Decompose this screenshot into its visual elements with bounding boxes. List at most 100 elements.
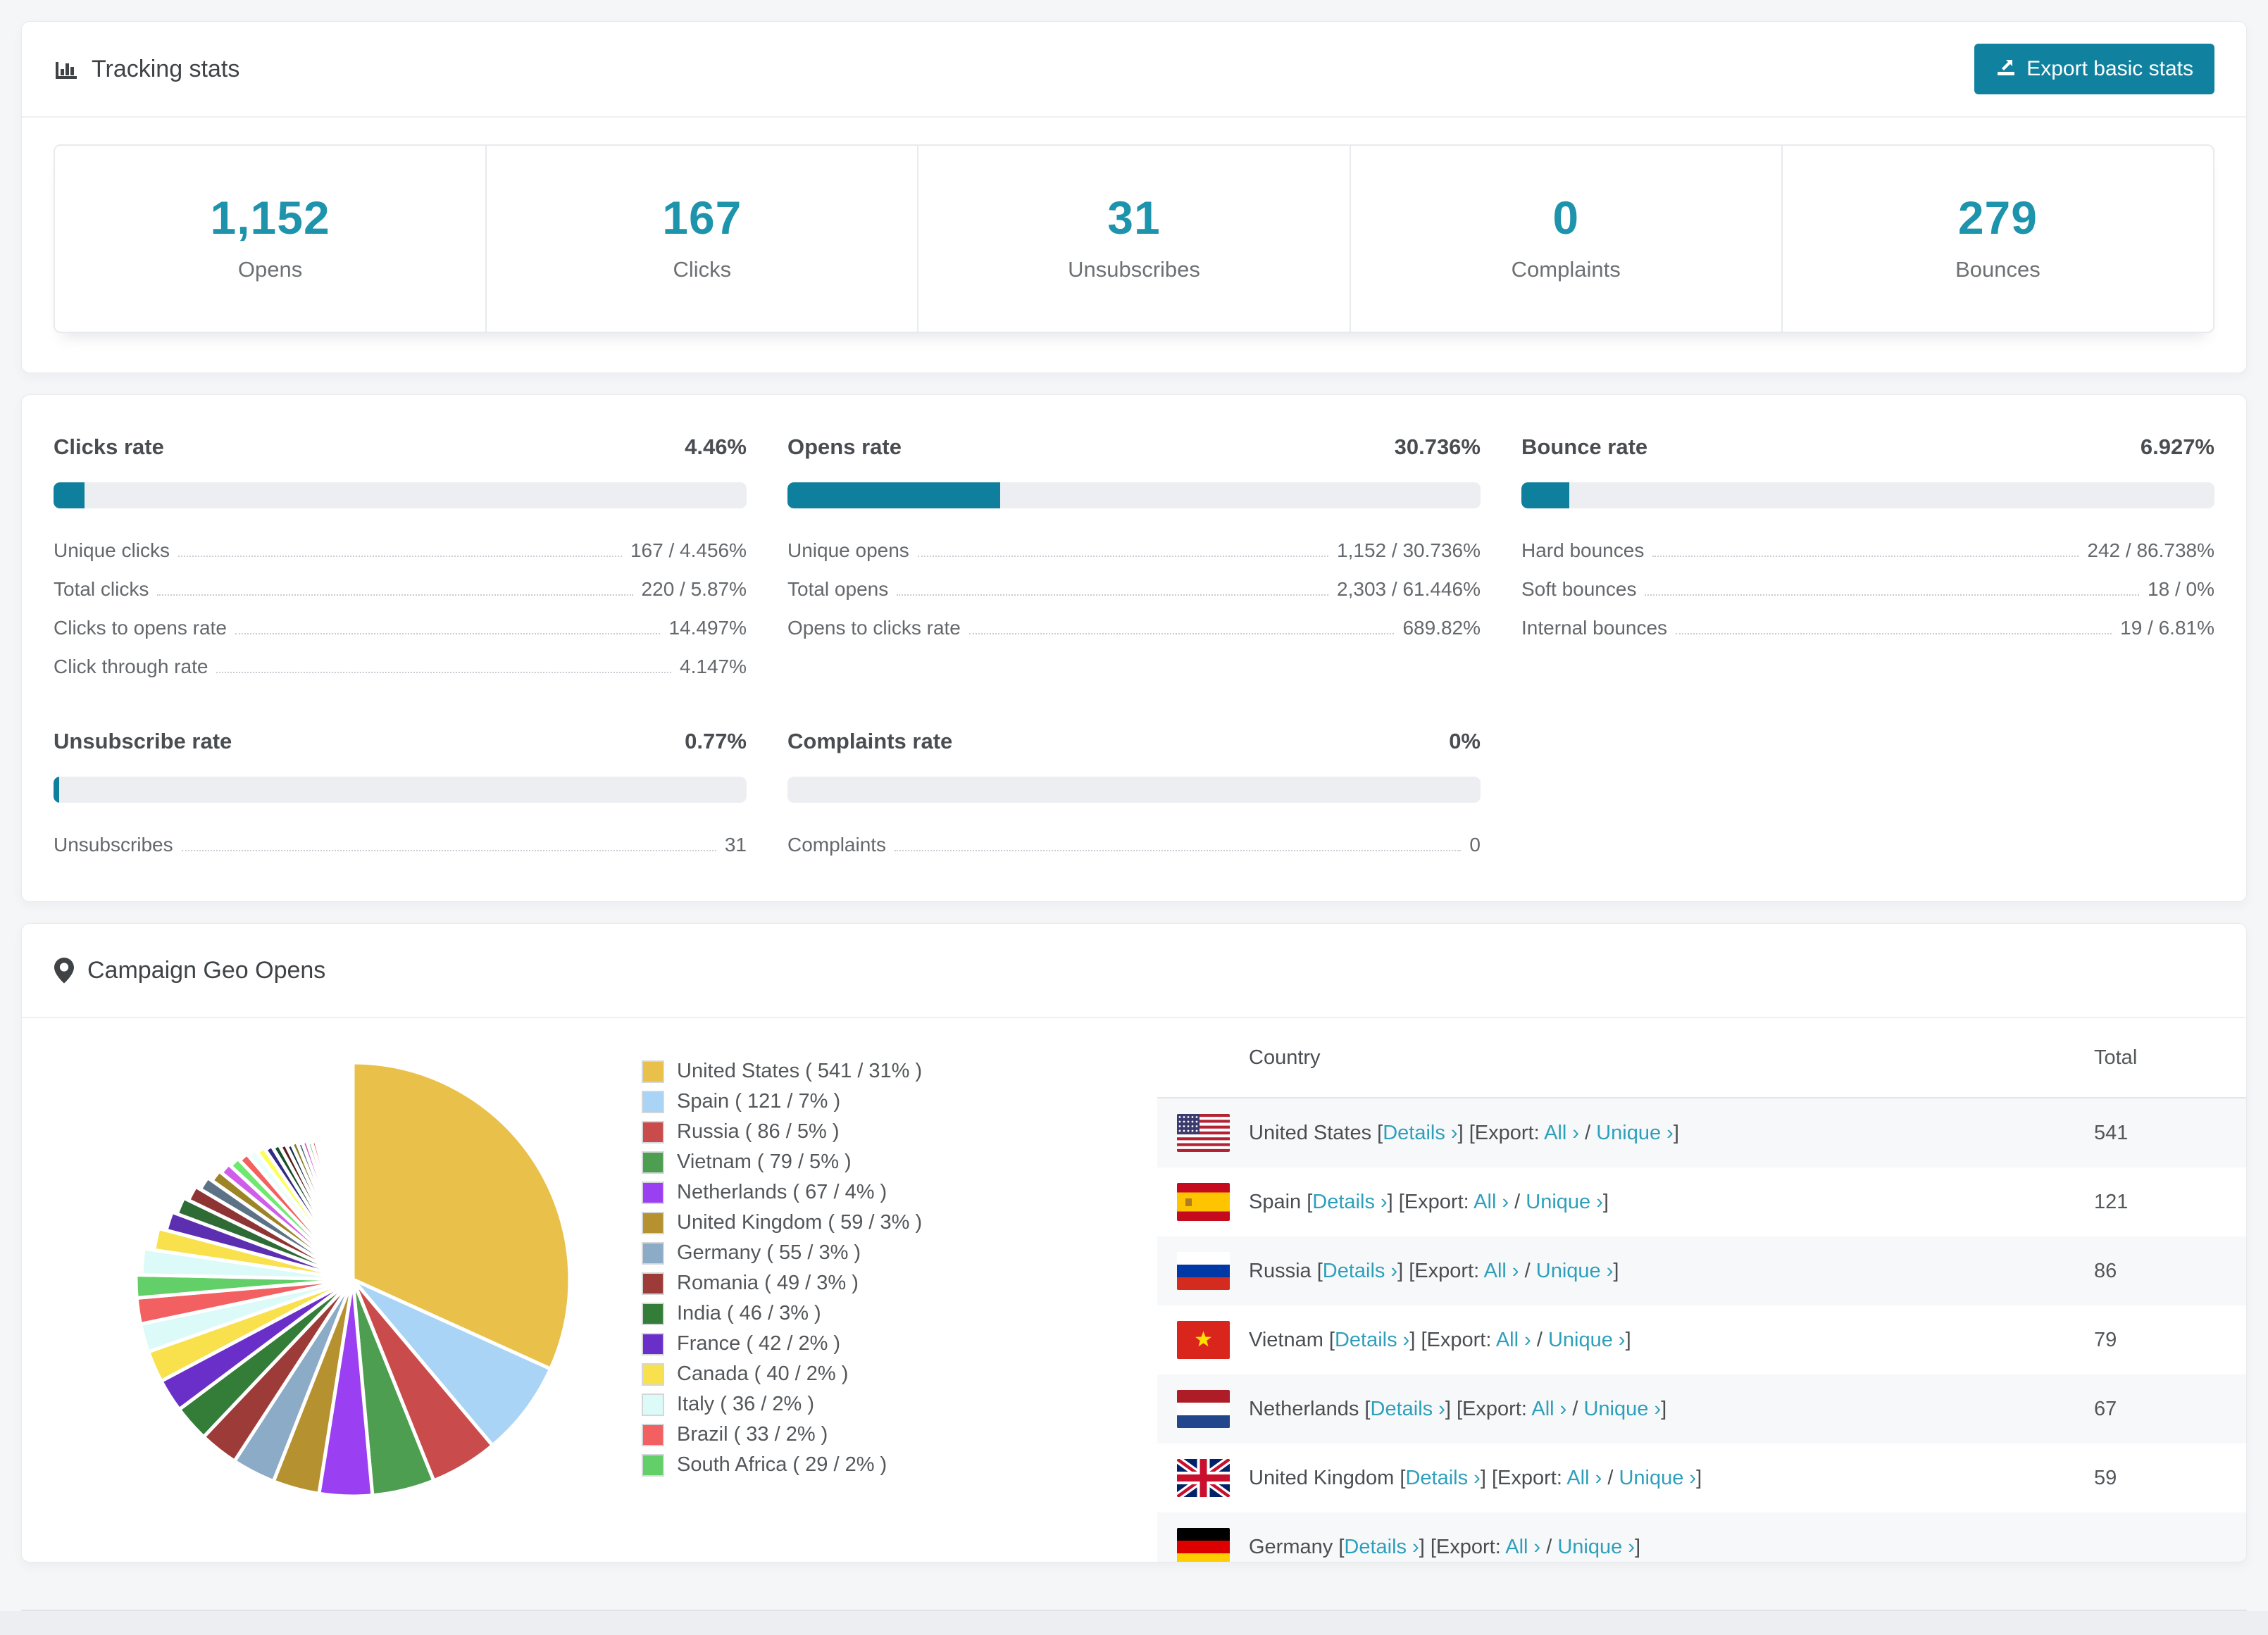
geo-table: Country Total United States [Details ›] …	[1157, 1018, 2246, 1562]
rate-block-clicks-rate: Clicks rate 4.46% Unique clicks 167 / 4.456…	[54, 434, 747, 678]
dotted-leader	[1652, 556, 2079, 557]
legend-swatch	[642, 1423, 664, 1446]
stat-value: 167	[662, 192, 742, 244]
legend-label: South Africa ( 29 / 2% )	[677, 1453, 887, 1476]
export-unique-link-de[interactable]: Unique ›	[1557, 1536, 1635, 1558]
rate-rows: Complaints 0	[787, 834, 1481, 856]
rate-value: 6.927%	[2140, 434, 2214, 459]
campaign-geo-opens-card: Campaign Geo Opens United States ( 541 /…	[21, 923, 2247, 1562]
rate-row-label: Unsubscribes	[54, 834, 173, 856]
flag-ru-icon	[1177, 1252, 1230, 1290]
legend-item: Germany ( 55 / 3% )	[642, 1238, 1135, 1268]
export-all-link-nl[interactable]: All ›	[1531, 1398, 1566, 1420]
rate-row-label: Total clicks	[54, 578, 149, 600]
export-unique-link-us[interactable]: Unique ›	[1596, 1122, 1674, 1144]
stat-label: Opens	[237, 257, 303, 282]
geo-content: United States ( 541 / 31% ) Spain ( 121 /…	[22, 1018, 2246, 1562]
stat-box-complaints: 0 Complaints	[1351, 146, 1783, 332]
rate-row-label: Unique clicks	[54, 539, 170, 561]
legend-swatch	[642, 1302, 664, 1325]
geo-table-header-row: Country Total	[1157, 1018, 2246, 1098]
flag-gb-icon	[1177, 1459, 1230, 1497]
rate-title: Bounce rate	[1521, 434, 1648, 459]
rate-block-bounce-rate: Bounce rate 6.927% Hard bounces 242 / 86.73…	[1521, 434, 2214, 678]
export-unique-link-gb[interactable]: Unique ›	[1619, 1467, 1696, 1489]
rate-row-label: Soft bounces	[1521, 578, 1637, 600]
tracking-stats-header: Tracking stats Export basic stats	[22, 22, 2246, 118]
rate-row: Complaints 0	[787, 834, 1481, 856]
export-all-link-vn[interactable]: All ›	[1496, 1329, 1531, 1351]
legend-label: United States ( 541 / 31% )	[677, 1060, 923, 1082]
legend-label: Brazil ( 33 / 2% )	[677, 1423, 828, 1446]
legend-swatch	[642, 1090, 664, 1113]
rate-value: 0.77%	[685, 729, 747, 753]
rate-row-value: 19 / 6.81%	[2120, 617, 2214, 639]
details-link-gb[interactable]: Details ›	[1405, 1467, 1480, 1489]
export-basic-stats-label: Export basic stats	[2026, 57, 2193, 80]
rate-row: Soft bounces 18 / 0%	[1521, 578, 2214, 601]
legend-label: Romania ( 49 / 3% )	[677, 1272, 859, 1294]
legend-label: France ( 42 / 2% )	[677, 1332, 841, 1355]
page-title: Tracking stats	[92, 55, 240, 82]
export-all-link-us[interactable]: All ›	[1544, 1122, 1579, 1144]
rate-row-value: 0	[1469, 834, 1481, 856]
export-unique-link-vn[interactable]: Unique ›	[1548, 1329, 1626, 1351]
rate-row: Opens to clicks rate 689.82%	[787, 617, 1481, 639]
rate-row: Total clicks 220 / 5.87%	[54, 578, 747, 601]
country-cell: United Kingdom [Details ›] [Export: All …	[1249, 1466, 1702, 1489]
rate-row-value: 31	[724, 834, 747, 856]
legend-swatch	[642, 1181, 664, 1204]
export-basic-stats-button[interactable]: Export basic stats	[1974, 44, 2214, 94]
table-row-es: Spain [Details ›] [Export: All › / Uniqu…	[1157, 1167, 2246, 1236]
export-all-link-de[interactable]: All ›	[1505, 1536, 1540, 1558]
dotted-leader	[895, 850, 1462, 851]
map-pin-icon	[54, 957, 75, 984]
flag-de-icon	[1177, 1528, 1230, 1562]
details-link-nl[interactable]: Details ›	[1371, 1398, 1445, 1420]
dotted-leader	[157, 594, 633, 596]
dotted-leader	[235, 633, 661, 634]
rate-row-value: 689.82%	[1402, 617, 1481, 639]
details-link-ru[interactable]: Details ›	[1323, 1260, 1397, 1282]
legend-item: United States ( 541 / 31% )	[642, 1056, 1135, 1086]
rate-row: Hard bounces 242 / 86.738%	[1521, 539, 2214, 562]
rate-row-value: 2,303 / 61.446%	[1337, 578, 1481, 600]
legend-swatch	[642, 1060, 664, 1083]
progress-bar-fill	[54, 482, 85, 508]
legend-item: Russia ( 86 / 5% )	[642, 1117, 1135, 1147]
pie-svg	[134, 1060, 572, 1498]
total-cell: 541	[2094, 1121, 2129, 1144]
details-link-us[interactable]: Details ›	[1383, 1122, 1457, 1144]
export-unique-link-nl[interactable]: Unique ›	[1583, 1398, 1661, 1420]
rate-rows: Hard bounces 242 / 86.738% Soft bounces 18 …	[1521, 539, 2214, 639]
progress-bar-track	[787, 482, 1481, 508]
details-link-es[interactable]: Details ›	[1312, 1191, 1387, 1213]
legend-item: Italy ( 36 / 2% )	[642, 1389, 1135, 1420]
export-unique-link-ru[interactable]: Unique ›	[1536, 1260, 1614, 1282]
rate-rows: Unique clicks 167 / 4.456% Total clicks 220…	[54, 539, 747, 678]
stat-value: 279	[1957, 192, 2038, 244]
export-unique-link-es[interactable]: Unique ›	[1526, 1191, 1603, 1213]
legend-label: Germany ( 55 / 3% )	[677, 1241, 861, 1264]
bar-chart-icon	[54, 56, 79, 82]
rate-row-label: Internal bounces	[1521, 617, 1668, 639]
rate-block-complaints-rate: Complaints rate 0% Complaints 0	[787, 729, 1481, 856]
stat-value: 31	[1107, 192, 1161, 244]
rate-rows: Unsubscribes 31	[54, 834, 747, 856]
export-all-link-ru[interactable]: All ›	[1484, 1260, 1519, 1282]
legend-item: Brazil ( 33 / 2% )	[642, 1420, 1135, 1450]
legend-label: Italy ( 36 / 2% )	[677, 1393, 815, 1415]
legend-item: United Kingdom ( 59 / 3% )	[642, 1208, 1135, 1238]
rate-title: Opens rate	[787, 434, 902, 459]
rate-block-unsubscribe-rate: Unsubscribe rate 0.77% Unsubscribes 31	[54, 729, 747, 856]
legend-item: South Africa ( 29 / 2% )	[642, 1450, 1135, 1480]
legend-swatch	[642, 1332, 664, 1355]
export-all-link-es[interactable]: All ›	[1473, 1191, 1509, 1213]
flag-vn-icon	[1177, 1321, 1230, 1359]
export-all-link-gb[interactable]: All ›	[1566, 1467, 1602, 1489]
details-link-de[interactable]: Details ›	[1344, 1536, 1419, 1558]
geo-title-wrap: Campaign Geo Opens	[54, 957, 325, 984]
legend-label: Netherlands ( 67 / 4% )	[677, 1181, 887, 1203]
details-link-vn[interactable]: Details ›	[1335, 1329, 1409, 1351]
rate-row: Click through rate 4.147%	[54, 656, 747, 678]
